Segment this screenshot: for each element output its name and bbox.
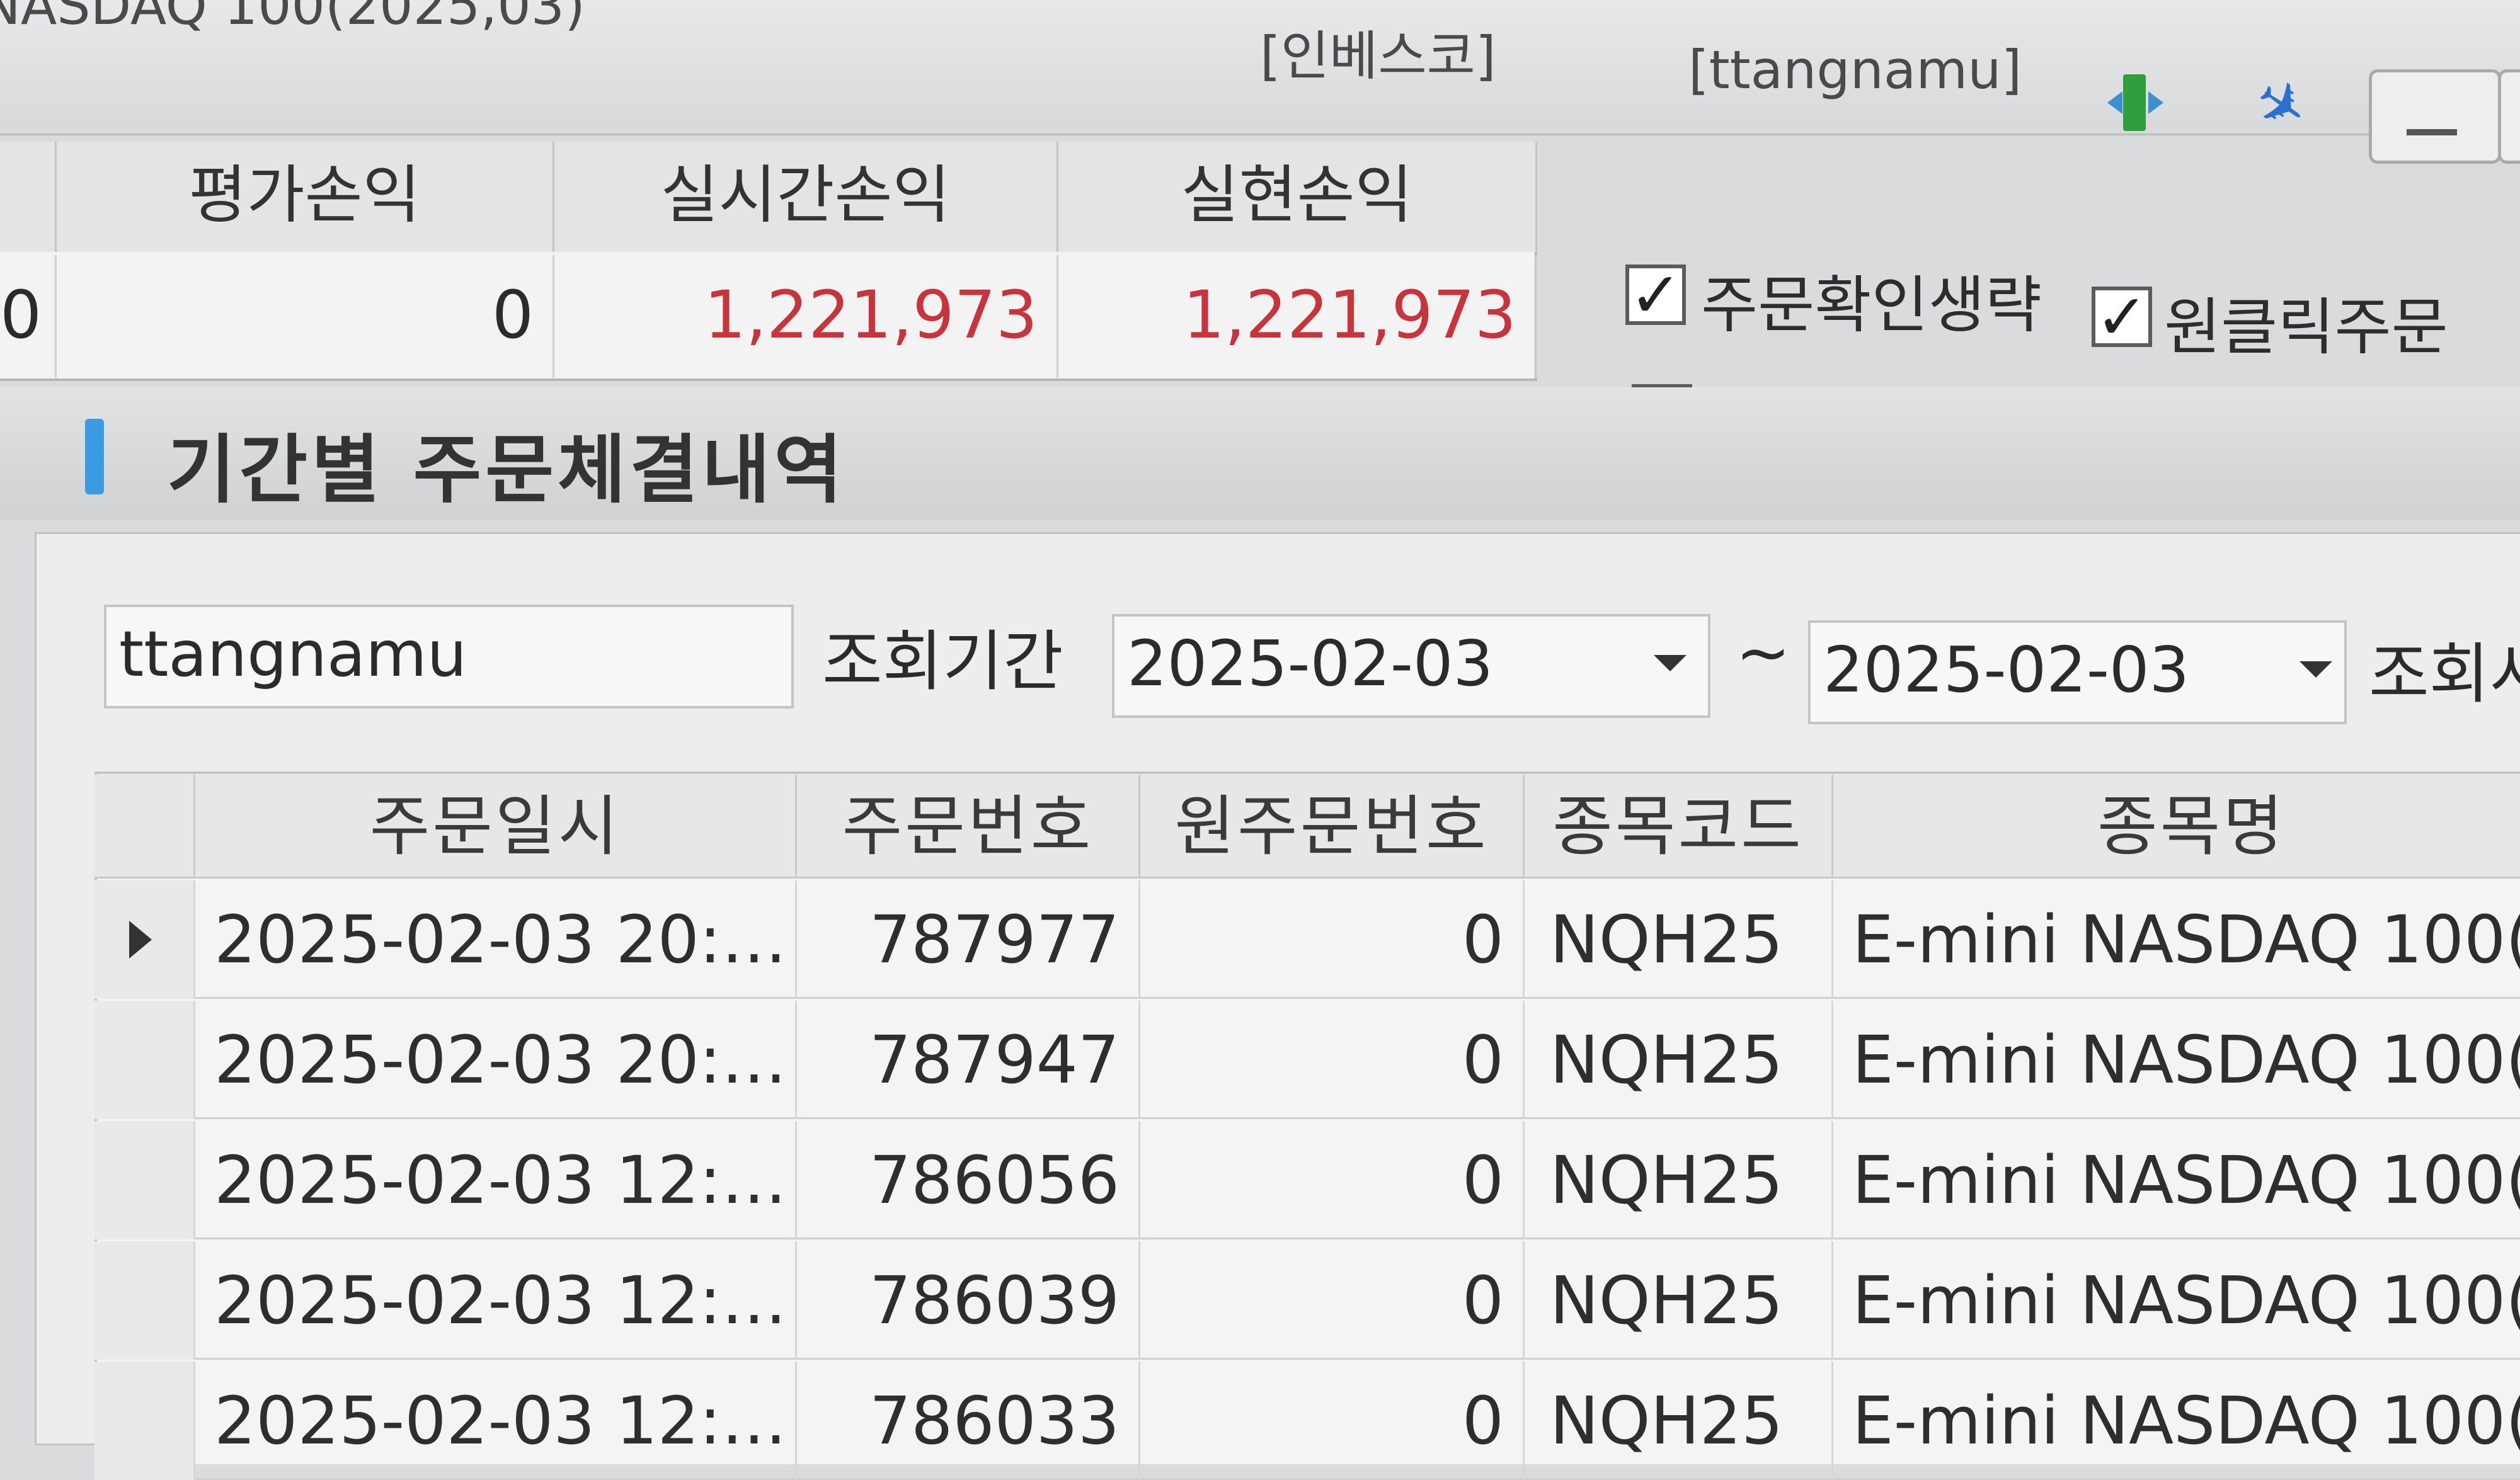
row-selector-header [94,775,195,879]
user-label: [ttangnamu] [1688,39,2022,101]
panel-accent-icon [85,419,104,494]
one-click-order-label: 원클릭주문 [2164,292,2448,363]
account-input[interactable]: ttangnamu [104,605,794,709]
cell-datetime: 2025-02-03 12:… [195,1121,797,1239]
cell-name: E-mini NASDAQ 100(20… [1833,1001,2520,1119]
minimize-button[interactable] [2369,69,2501,164]
cell-order-no: 786056 [797,1121,1140,1239]
panel-title: 기간별 주문체결내역 [167,426,847,513]
cell-order-no: 786033 [797,1362,1140,1480]
realtime-pnl-header: 실시간손익 [554,142,1058,252]
cell-code: NQH25 [1525,1241,1833,1360]
cell-order-no: 787977 [797,880,1140,999]
realized-pnl-value: 1,221,973 [1058,255,1537,378]
eval-pnl-header: 평가손익 [57,142,554,252]
broker-label: [인베스코] [1260,25,1496,87]
cell-code: NQH25 [1525,880,1833,999]
cell-datetime: 2025-02-03 12:… [195,1362,797,1480]
cell-orig-order-no: 0 [1140,880,1525,999]
cell-code: NQH25 [1525,1121,1833,1239]
search-button[interactable]: 조회시 [2369,620,2520,715]
chevron-down-icon[interactable] [1654,655,1687,671]
column-header-order-no[interactable]: 주문번호 [797,775,1140,879]
column-header-orig-order-no[interactable]: 원주문번호 [1140,775,1525,879]
cell-name: E-mini NASDAQ 100(20… [1833,1121,2520,1239]
date-from-select[interactable]: 2025-02-03 [1112,614,1710,718]
skip-order-confirm-checkbox[interactable]: ✓ [1625,264,1686,327]
cell-name: E-mini NASDAQ 100(20… [1833,880,2520,999]
cell-name: E-mini NASDAQ 100(20… [1833,1362,2520,1480]
cell-order-no: 787947 [797,1001,1140,1119]
skip-order-confirm-label: 주문확인생략 [1701,270,2042,341]
cell-orig-order-no: 0 [1140,1121,1525,1239]
column-header-code[interactable]: 종목코드 [1525,775,1833,879]
cell-code: NQH25 [1525,1001,1833,1119]
cell-datetime: 2025-02-03 20:… [195,880,797,999]
eval-pnl-value: 0 [57,255,554,378]
cell-datetime: 2025-02-03 20:… [195,1001,797,1119]
column-header-name[interactable]: 종목명 [1833,775,2520,879]
column-header-datetime[interactable]: 주문일시 [195,775,797,879]
cell-orig-order-no: 0 [1140,1362,1525,1480]
realized-pnl-header: 실현손익 [1058,142,1537,252]
cell-code: NQH25 [1525,1362,1833,1480]
minimize-icon [2407,129,2457,135]
window-title: NASDAQ 100(2025,03) [0,0,585,37]
cell-orig-order-no: 0 [1140,1241,1525,1360]
period-label: 조회기간 [822,623,1063,700]
chevron-down-icon[interactable] [2300,661,2332,678]
row-selector[interactable] [94,1121,195,1239]
cell-name: E-mini NASDAQ 100(20… [1833,1241,2520,1360]
realtime-pnl-value: 1,221,973 [554,255,1058,378]
date-to-select[interactable]: 2025-02-03 [1808,620,2347,724]
cell-order-no: 786039 [797,1241,1140,1360]
date-separator: ~ [1736,614,1791,691]
partial-value: 0 [0,255,57,378]
row-selector[interactable] [94,1362,195,1480]
drag-handle-icon[interactable] [2123,74,2146,131]
one-click-order-checkbox[interactable]: ✓ [2092,286,2152,349]
row-selector[interactable] [94,1001,195,1119]
current-row-icon [129,921,152,959]
cell-orig-order-no: 0 [1140,1001,1525,1119]
summary-header-blank [0,142,57,252]
cell-datetime: 2025-02-03 12:… [195,1241,797,1360]
maximize-button[interactable] [2498,69,2520,164]
row-selector[interactable] [94,1241,195,1360]
